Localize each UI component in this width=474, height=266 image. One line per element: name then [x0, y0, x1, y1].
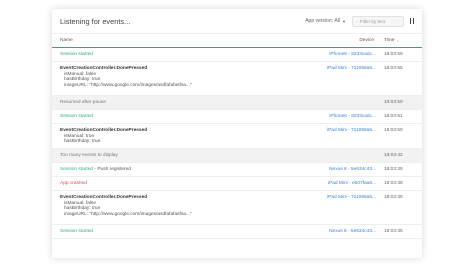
event-time: 18:03:38: [384, 195, 403, 200]
event-name: Resumed after pause: [60, 100, 106, 105]
table-row[interactable]: EventCreationController.DonePressed isMa…: [52, 124, 422, 149]
event-attribute: imageURL: "http://www.google.com/images/…: [64, 82, 192, 88]
page-title: Listening for events...: [60, 16, 131, 26]
table-row: Resumed after pause 18:03:50: [52, 96, 422, 110]
event-time: 18:03:50: [384, 128, 403, 133]
event-detail: EventCreationController.DonePressed isMa…: [60, 124, 316, 145]
event-title: EventCreationController.DonePressed: [60, 66, 148, 71]
event-name: App crashed: [60, 181, 87, 186]
table-row: Too many events to display 18:03:42: [52, 149, 422, 163]
column-time-label: Time: [384, 38, 395, 43]
app-version-label: App version:: [305, 18, 333, 24]
column-device[interactable]: Device: [338, 38, 384, 43]
event-title: EventCreationController.DonePressed: [60, 128, 148, 133]
chevron-down-icon: ▼: [341, 18, 346, 24]
table-row[interactable]: Session started - Push registered Nexus …: [52, 163, 422, 177]
event-time: 18:03:38: [384, 181, 403, 186]
column-header: Name Device Time ↓: [52, 33, 422, 48]
search-box[interactable]: [351, 15, 404, 27]
event-time: 18:03:35: [384, 229, 403, 234]
event-time: 18:03:51: [384, 114, 403, 119]
event-name: Session started - Push registered: [60, 163, 316, 172]
app-version-value: All: [334, 18, 340, 24]
event-time: 18:03:39: [384, 167, 403, 172]
table-row[interactable]: Session started Nexus 6 - 5e634c43... 18…: [52, 225, 422, 239]
column-name[interactable]: Name: [60, 38, 338, 43]
event-log-panel: Listening for events... App version: All…: [52, 9, 422, 258]
event-time: 18:03:50: [384, 100, 403, 105]
device-link[interactable]: iPad Mini - 711058a5...: [316, 191, 376, 200]
table-row[interactable]: Session started iPhone6 - 8233cadc... 18…: [52, 48, 422, 62]
device-link[interactable]: Nexus 6 - 5e634c43...: [316, 225, 376, 234]
table-row[interactable]: EventCreationController.DonePressed isMa…: [52, 62, 422, 96]
event-detail: EventCreationController.DonePressed isMa…: [60, 62, 316, 88]
table-row[interactable]: App crashed iPad Mini - eb07faa8... 18:0…: [52, 177, 422, 191]
event-name: Session started: [60, 229, 94, 234]
table-row[interactable]: Session started iPhone6 - 8233cadc... 18…: [52, 110, 422, 124]
event-attribute: imageURL: "http://www.google.com/images/…: [64, 211, 192, 217]
event-attribute: hasBirthday: true: [64, 139, 101, 145]
event-attributes: isManual: true hasBirthday: true: [60, 134, 316, 145]
event-detail: EventCreationController.DonePressed isMa…: [60, 191, 316, 217]
event-time: 18:03:56: [384, 52, 403, 57]
column-time[interactable]: Time ↓: [384, 38, 414, 43]
event-name: Session started: [60, 52, 94, 57]
device-link: [316, 96, 376, 100]
event-attributes: isManual: false hasBirthday: true imageU…: [60, 72, 316, 88]
device-link[interactable]: iPhone6 - 8233cadc...: [316, 110, 376, 119]
device-link: [316, 149, 376, 153]
pause-icon[interactable]: [409, 18, 414, 24]
event-name-suffix: - Push registered: [93, 167, 131, 172]
event-title: EventCreationController.DonePressed: [60, 195, 148, 200]
event-time: 18:03:55: [384, 66, 403, 71]
device-link[interactable]: Nexus 6 - 5e634c43...: [316, 163, 376, 172]
device-link[interactable]: iPad Mini - eb07faa8...: [316, 177, 376, 186]
device-link[interactable]: iPhone6 - 8233cadc...: [316, 48, 376, 57]
device-link[interactable]: iPad Mini - 711058a5...: [316, 62, 376, 71]
event-attributes: isManual: false hasBirthday: true imageU…: [60, 201, 316, 217]
event-time: 18:03:42: [384, 153, 403, 158]
toolbar: Listening for events... App version: All…: [52, 9, 422, 33]
app-version-select[interactable]: App version: All ▼: [305, 18, 346, 24]
sort-down-icon: ↓: [396, 38, 399, 43]
search-input[interactable]: [356, 18, 400, 24]
table-row[interactable]: EventCreationController.DonePressed isMa…: [52, 191, 422, 225]
event-name: Too many events to display: [60, 153, 118, 158]
event-name-text: Session started: [60, 167, 94, 172]
device-link[interactable]: iPad Mini - 711058a5...: [316, 124, 376, 133]
event-name: Session started: [60, 114, 94, 119]
